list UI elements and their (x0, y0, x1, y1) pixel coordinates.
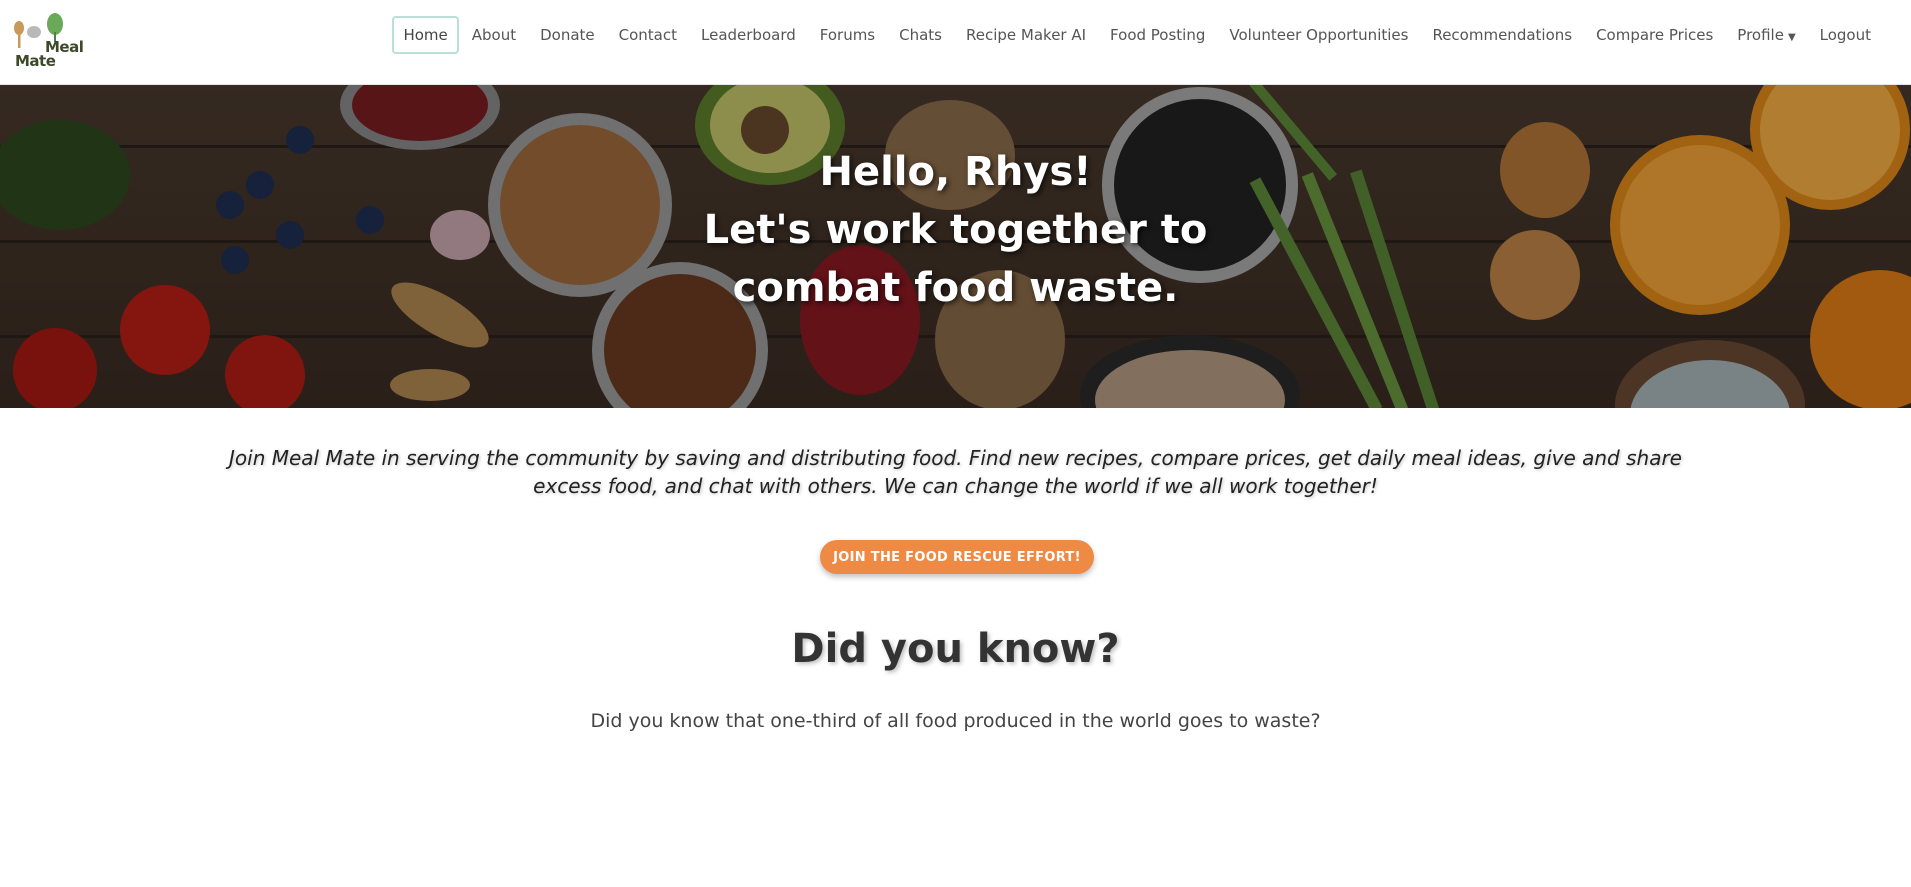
hero-greeting: Hello, Rhys! Let's work together to comb… (0, 143, 1911, 317)
hero-line-2: Let's work together to (703, 207, 1208, 253)
nav-logout[interactable]: Logout (1809, 16, 1882, 54)
hero-banner: Hello, Rhys! Let's work together to comb… (0, 85, 1911, 408)
logo-text-mate: Mate (15, 52, 56, 70)
nav-donate[interactable]: Donate (529, 16, 606, 54)
nav-recipe-maker-ai[interactable]: Recipe Maker AI (955, 16, 1097, 54)
nav-forums[interactable]: Forums (809, 16, 886, 54)
navbar: Meal Mate Home About Donate Contact Lead… (0, 0, 1911, 85)
nav-contact[interactable]: Contact (608, 16, 688, 54)
did-you-know-title: Did you know? (791, 626, 1120, 672)
nav-leaderboard[interactable]: Leaderboard (690, 16, 807, 54)
nav-chats[interactable]: Chats (888, 16, 953, 54)
caret-down-icon: ▼ (1787, 32, 1796, 43)
nav-food-posting[interactable]: Food Posting (1099, 16, 1216, 54)
join-food-rescue-button[interactable]: JOIN THE FOOD RESCUE EFFORT! (820, 540, 1094, 574)
nav-links: Home About Donate Contact Leaderboard Fo… (391, 16, 1883, 54)
nav-recommendations[interactable]: Recommendations (1421, 16, 1583, 54)
nav-compare-prices[interactable]: Compare Prices (1585, 16, 1724, 54)
did-you-know-fact: Did you know that one-third of all food … (590, 710, 1321, 732)
nav-profile-dropdown[interactable]: Profile ▼ (1726, 16, 1806, 54)
nav-volunteer-opportunities[interactable]: Volunteer Opportunities (1218, 16, 1419, 54)
nav-about[interactable]: About (461, 16, 527, 54)
nav-profile-label: Profile (1737, 26, 1784, 44)
nav-home[interactable]: Home (392, 16, 459, 54)
intro-text: Join Meal Mate in serving the community … (229, 446, 1682, 498)
hero-line-3: combat food waste. (732, 265, 1179, 311)
meal-mate-logo[interactable]: Meal Mate (10, 10, 84, 72)
hero-line-1: Hello, Rhys! (819, 149, 1092, 195)
